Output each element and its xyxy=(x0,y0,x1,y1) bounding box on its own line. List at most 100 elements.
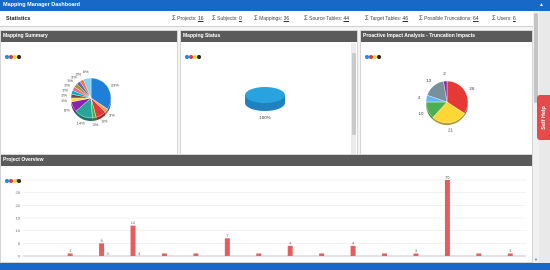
y-tick-label: 20 xyxy=(16,203,21,208)
bar[interactable] xyxy=(67,253,73,256)
sigma-icon: Σ xyxy=(254,16,258,22)
bar[interactable] xyxy=(193,253,199,256)
scrollbar-thumb[interactable] xyxy=(351,53,356,135)
bar-data-label: 35 xyxy=(445,175,450,180)
bar[interactable] xyxy=(224,238,230,256)
dashboard-title: Mapping Manager Dashboard xyxy=(3,2,81,8)
stat-value[interactable]: 6 xyxy=(513,16,516,22)
bar-data-label: 4 xyxy=(352,240,355,245)
stat-value[interactable]: 46 xyxy=(403,16,409,22)
stat-value[interactable]: 36 xyxy=(284,16,290,22)
bar-data-label: 5 xyxy=(100,238,103,243)
bar[interactable] xyxy=(130,225,136,256)
collapse-icon[interactable]: ▲ xyxy=(539,0,544,11)
stat-users[interactable]: Σ Users: 6 xyxy=(492,16,516,22)
bar[interactable] xyxy=(350,245,356,256)
mapping-summary-pie-chart[interactable]: 33%3%8%3%14%8%3%3%3%3%3%3%3%6% xyxy=(1,43,177,155)
bar[interactable] xyxy=(444,180,450,256)
statistics-label: Statistics xyxy=(6,16,31,22)
sigma-icon: Σ xyxy=(172,16,176,22)
pie-slice-label: 3% xyxy=(61,98,67,103)
y-tick-label: 10 xyxy=(16,228,21,233)
bar[interactable] xyxy=(319,253,325,256)
mapping-summary-panel: Mapping Summary 33% 3% 8% 3% 14% 8% 3% 3% 3% 3% 3%… xyxy=(0,30,178,155)
pie-slice-label: 8% xyxy=(64,107,70,112)
y-tick-label: 15 xyxy=(16,216,21,221)
pie-slice-label: 3% xyxy=(75,72,81,77)
pie-slice-label: 3% xyxy=(61,93,67,98)
bar-data-label: 3 xyxy=(415,248,418,253)
bar[interactable] xyxy=(476,253,482,256)
bar[interactable] xyxy=(413,253,419,256)
panel-header: Mapping Summary xyxy=(1,31,177,42)
pie-slice-label: 6% xyxy=(83,69,89,74)
pie-slice-label: 3% xyxy=(93,122,99,127)
sigma-icon: Σ xyxy=(419,16,423,22)
stat-value[interactable]: 16 xyxy=(198,16,204,22)
page-scrollbar-thumb[interactable] xyxy=(534,13,538,103)
stat-label: Subjects: xyxy=(217,16,238,22)
y-tick-label: 0 xyxy=(18,254,21,259)
stat-subjects[interactable]: Σ Subjects: 0 xyxy=(212,16,242,22)
mapping-status-panel: Mapping Status 100% xyxy=(180,30,358,155)
stat-value[interactable]: 0 xyxy=(239,16,242,22)
sigma-icon: Σ xyxy=(304,16,308,22)
truncation-impacts-panel: Proactive Impact Analysis - Truncation I… xyxy=(360,30,533,155)
dashboard-content: Statistics Σ Projects: 16 Σ Subjects: 0 … xyxy=(0,11,533,263)
statistics-bar: Statistics Σ Projects: 16 Σ Subjects: 0 … xyxy=(0,11,533,27)
stat-mappings[interactable]: Σ Mappings: 36 xyxy=(254,16,289,22)
sigma-icon: Σ xyxy=(365,16,369,22)
stat-label: Possible Truncations: xyxy=(424,16,472,22)
stat-target-tables[interactable]: Σ Target Tables: 46 xyxy=(365,16,408,22)
stat-label: Users: xyxy=(497,16,512,22)
pie-slice-label: 10 xyxy=(419,111,425,116)
stat-label: Mappings: xyxy=(259,16,283,22)
bar-extra-label: 3 xyxy=(138,251,141,256)
project-overview-panel: Project Overview 0 5 10 15 20 25 30 1 5 3 12 3 7 4 4 3 3… xyxy=(0,154,533,263)
stat-source-tables[interactable]: Σ Source Tables: 44 xyxy=(304,16,349,22)
stat-label: Projects: xyxy=(177,16,197,22)
bar[interactable] xyxy=(99,243,105,256)
stat-possible-truncations[interactable]: Σ Possible Truncations: 64 xyxy=(419,16,479,22)
pie-slice-label: 2 xyxy=(443,71,446,76)
panel-header: Proactive Impact Analysis - Truncation I… xyxy=(361,31,532,42)
sigma-icon: Σ xyxy=(212,16,216,22)
bar[interactable] xyxy=(507,253,513,256)
truncation-impacts-pie-chart[interactable]: 26 21 10 4 13 2 xyxy=(361,43,532,155)
bar-data-label: 4 xyxy=(289,240,292,245)
bar-data-label: 3 xyxy=(509,248,512,253)
scroll-down-icon[interactable]: ▼ xyxy=(534,257,538,262)
bar-data-label: 1 xyxy=(69,248,72,253)
bar-data-label: 12 xyxy=(131,220,136,225)
pie-slice-label: 33% xyxy=(111,83,119,88)
pie-slice[interactable] xyxy=(245,87,285,103)
project-overview-bar-chart[interactable]: 05101520253015312374 43353 xyxy=(1,172,532,262)
stat-projects[interactable]: Σ Projects: 16 xyxy=(172,16,204,22)
dashboard-title-bar: Mapping Manager Dashboard ▲ xyxy=(0,0,550,11)
stat-value[interactable]: 64 xyxy=(473,16,479,22)
pie-slice-label: 4 xyxy=(418,95,421,100)
bar-extra-label: 3 xyxy=(106,251,109,256)
y-tick-label: 5 xyxy=(18,241,21,246)
mapping-status-pie-chart[interactable]: 100% xyxy=(181,43,349,155)
pie-slice-label: 8% xyxy=(102,119,108,124)
y-tick-label: 30 xyxy=(16,178,21,183)
pie-slice-label: 21 xyxy=(448,128,454,133)
bottom-bar xyxy=(0,263,550,270)
panel-header: Project Overview xyxy=(1,155,532,166)
pie-slice-label: 13 xyxy=(426,78,432,83)
bar-data-label: 7 xyxy=(226,233,229,238)
self-help-tab[interactable]: Self Help xyxy=(537,95,550,140)
stat-label: Source Tables: xyxy=(309,16,343,22)
stat-value[interactable]: 44 xyxy=(343,16,349,22)
bar[interactable] xyxy=(287,245,293,256)
pie-slice-label: 100% xyxy=(259,115,271,120)
bar[interactable] xyxy=(382,253,388,256)
panel-scrollbar[interactable] xyxy=(351,43,356,155)
stat-label: Target Tables: xyxy=(370,16,402,22)
pie-slice-label: 3% xyxy=(62,87,68,92)
bar[interactable] xyxy=(161,253,167,256)
sigma-icon: Σ xyxy=(492,16,496,22)
bar[interactable] xyxy=(256,253,262,256)
pie-slice-label: 3% xyxy=(64,83,70,88)
